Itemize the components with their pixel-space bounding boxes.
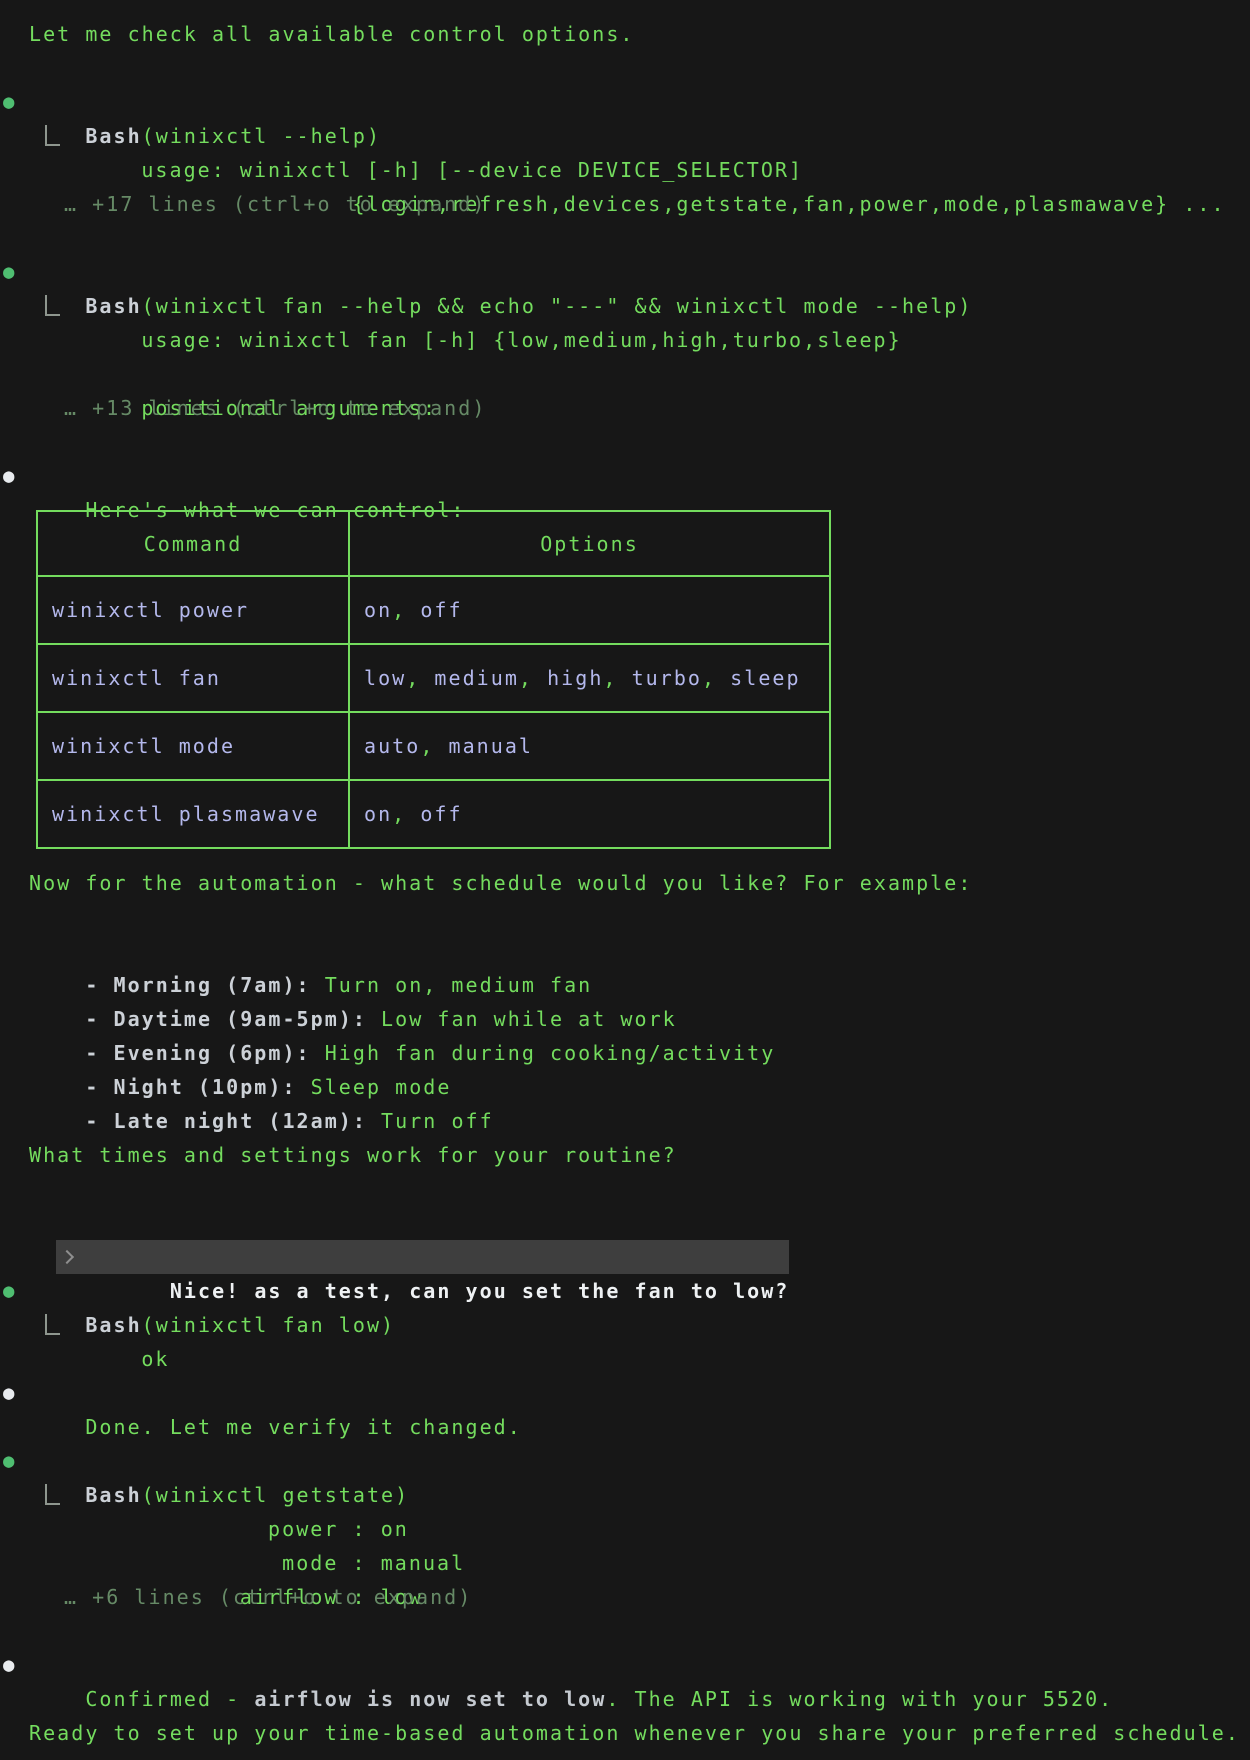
schedule-item: - Morning (7am): Turn on, medium fan	[0, 934, 1250, 968]
closing-message: Ready to set up your time-based automati…	[0, 1716, 1250, 1750]
tool-call-bash-fan-mode-help: ●Bash(winixctl fan --help && echo "---" …	[0, 255, 1250, 289]
tool-output-line: ok	[0, 1308, 1250, 1342]
separator: ,	[392, 802, 420, 826]
spacer	[0, 1342, 1250, 1376]
collapsed-output-hint[interactable]: … +13 lines (ctrl+o to expand)	[0, 391, 1250, 425]
options-cell: auto, manual	[349, 712, 830, 780]
tool-bullet-icon: ●	[3, 255, 16, 289]
separator: ,	[406, 666, 434, 690]
separator: ,	[702, 666, 730, 690]
separator: ,	[420, 734, 448, 758]
tool-bullet-icon: ●	[3, 1274, 16, 1308]
message-bullet-icon: ●	[3, 459, 16, 493]
separator: ,	[603, 666, 631, 690]
output-corner-icon	[45, 295, 60, 316]
control-heading: ●Here's what we can control:	[0, 459, 1250, 493]
table-row: winixctl fan low, medium, high, turbo, s…	[37, 644, 830, 712]
output-corner-icon	[45, 1484, 60, 1505]
command-cell: winixctl fan	[37, 644, 349, 712]
terminal-transcript: Let me check all available control optio…	[0, 0, 1250, 1750]
done-message: ●Done. Let me verify it changed.	[0, 1376, 1250, 1410]
routine-question: What times and settings work for your ro…	[0, 1138, 1250, 1172]
output-corner-icon	[45, 125, 60, 146]
options-cell: low, medium, high, turbo, sleep	[349, 644, 830, 712]
confirmed-message: ●Confirmed - airflow is now set to low. …	[0, 1648, 1250, 1682]
table-row: winixctl mode auto, manual	[37, 712, 830, 780]
collapsed-output-hint[interactable]: … +17 lines (ctrl+o to expand)	[0, 187, 1250, 221]
spacer	[0, 1410, 1250, 1444]
control-heading-text: Here's what we can control:	[85, 498, 465, 522]
assistant-intro-text: Let me check all available control optio…	[0, 17, 1250, 51]
schedule-item: - Evening (6pm): High fan during cooking…	[0, 1002, 1250, 1036]
user-message-line: Nice! as a test, can you set the fan to …	[0, 1206, 1250, 1240]
tool-bullet-icon: ●	[3, 1444, 16, 1478]
command-cell: winixctl mode	[37, 712, 349, 780]
spacer	[0, 221, 1250, 255]
spacer	[0, 900, 1250, 934]
command-cell: winixctl power	[37, 576, 349, 644]
spacer	[0, 1240, 1250, 1274]
tool-call-bash-fan-low: ●Bash(winixctl fan low)	[0, 1274, 1250, 1308]
collapsed-output-hint[interactable]: … +6 lines (ctrl+o to expand)	[0, 1580, 1250, 1614]
schedule-item: - Night (10pm): Sleep mode	[0, 1036, 1250, 1070]
tool-output-line: airflow : low	[0, 1546, 1250, 1580]
separator: ,	[519, 666, 547, 690]
tool-bullet-icon: ●	[3, 85, 16, 119]
separator: ,	[392, 598, 420, 622]
control-options-table: Command Options winixctl power on, off w…	[36, 510, 831, 849]
options-cell: on, off	[349, 780, 830, 848]
spacer	[0, 1682, 1250, 1716]
tool-output-line: {login,refresh,devices,getstate,fan,powe…	[0, 153, 1250, 187]
options-cell: on, off	[349, 576, 830, 644]
message-bullet-icon: ●	[3, 1648, 16, 1682]
tool-output-line: power : on	[0, 1478, 1250, 1512]
command-cell: winixctl plasmawave	[37, 780, 349, 848]
tool-output-line: usage: winixctl fan [-h] {low,medium,hig…	[0, 289, 1250, 323]
tool-output-line: mode : manual	[0, 1512, 1250, 1546]
automation-question: Now for the automation - what schedule w…	[0, 866, 1250, 900]
spacer	[0, 1104, 1250, 1138]
tool-output-line: usage: winixctl [-h] [--device DEVICE_SE…	[0, 119, 1250, 153]
spacer	[0, 1614, 1250, 1648]
message-bullet-icon: ●	[3, 1376, 16, 1410]
tool-output-line: positional arguments:	[0, 357, 1250, 391]
spacer	[0, 1172, 1250, 1206]
tool-call-bash-getstate: ●Bash(winixctl getstate)	[0, 1444, 1250, 1478]
table-row: winixctl power on, off	[37, 576, 830, 644]
tool-call-bash-help: ●Bash(winixctl --help)	[0, 85, 1250, 119]
spacer	[0, 51, 1250, 85]
spacer	[0, 323, 1250, 357]
schedule-item: - Late night (12am): Turn off	[0, 1070, 1250, 1104]
spacer	[0, 425, 1250, 459]
schedule-item: - Daytime (9am-5pm): Low fan while at wo…	[0, 968, 1250, 1002]
output-corner-icon	[45, 1314, 60, 1335]
table-row: winixctl plasmawave on, off	[37, 780, 830, 848]
